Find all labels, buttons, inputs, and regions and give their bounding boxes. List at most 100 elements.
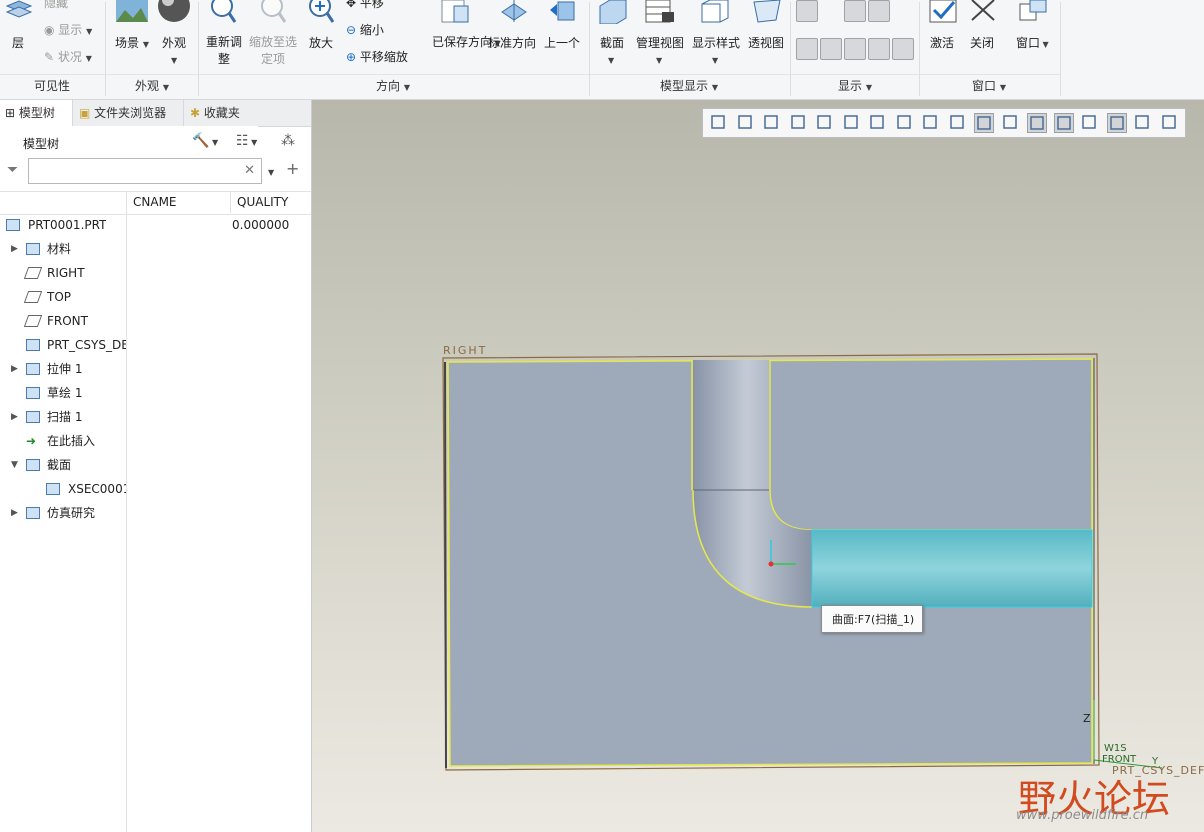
layers-icon[interactable] xyxy=(4,0,34,22)
tree-item[interactable]: ▶ 仿真研究 xyxy=(0,502,310,524)
tree-item[interactable]: ▶ 拉伸 1 xyxy=(0,358,310,380)
window-icon[interactable] xyxy=(1018,0,1048,24)
collapse-icon[interactable]: ▼ xyxy=(11,454,18,476)
expand-icon[interactable]: ▶ xyxy=(11,238,18,260)
tree-item[interactable]: ➜ 在此插入 xyxy=(0,430,310,452)
axis-view-icon[interactable] xyxy=(1001,113,1021,133)
clear-search-icon[interactable]: ✕ xyxy=(244,163,255,178)
tree-search-input[interactable]: ✕ xyxy=(28,158,262,184)
window-button[interactable]: 窗口 ▼ xyxy=(1016,34,1049,51)
model-view[interactable] xyxy=(312,100,1204,832)
perspective-icon[interactable] xyxy=(752,0,782,24)
axis-display-icon[interactable] xyxy=(820,0,842,22)
close-icon[interactable] xyxy=(968,0,998,24)
perspective-button[interactable]: 透视图 xyxy=(748,34,784,51)
csys-view-icon[interactable] xyxy=(1053,113,1074,133)
tree-item[interactable]: 草绘 1 xyxy=(0,382,310,404)
refit-icon[interactable] xyxy=(208,0,237,24)
point-tag-display-icon[interactable] xyxy=(844,38,866,60)
column-header-quality[interactable]: QUALITY xyxy=(237,195,288,209)
tree-item[interactable]: PRT0001.PRT 0.000000 xyxy=(0,214,310,236)
display-style-button[interactable]: 显示样式 xyxy=(692,34,740,51)
tab-favorites[interactable]: ✱ 收藏夹 xyxy=(184,100,259,126)
activate-icon[interactable] xyxy=(928,0,958,24)
tree-settings-icon[interactable]: 🔨 ▼ xyxy=(192,133,218,149)
named-views-icon[interactable] xyxy=(842,113,862,133)
zoom-in-button[interactable]: 放大 xyxy=(309,34,333,51)
csys-display-icon[interactable] xyxy=(868,0,890,22)
section-caret[interactable]: ▼ xyxy=(608,52,614,66)
scene-icon[interactable] xyxy=(115,0,149,24)
expand-icon[interactable]: ▶ xyxy=(11,502,18,524)
refit-view-icon[interactable] xyxy=(709,113,729,133)
manage-views-icon[interactable] xyxy=(644,0,676,24)
previous-orientation-icon[interactable] xyxy=(548,0,578,24)
appearance-button[interactable]: 外观 xyxy=(162,34,186,51)
activate-button[interactable]: 激活 xyxy=(930,34,954,51)
spin-center-display-icon[interactable] xyxy=(892,38,914,60)
zoom-out-view-icon[interactable] xyxy=(762,113,782,133)
previous-orientation-button[interactable]: 上一个 xyxy=(544,34,580,51)
display-style-view-icon[interactable] xyxy=(895,113,915,133)
plane-tag-display-icon[interactable] xyxy=(796,38,818,60)
standard-orientation-icon[interactable] xyxy=(498,0,530,24)
standard-orientation-button[interactable]: 标准方向 xyxy=(488,34,536,51)
close-button[interactable]: 关闭 xyxy=(970,34,994,51)
tree-show-icon[interactable]: ☷ ▼ xyxy=(236,133,257,149)
expand-icon[interactable]: ▶ xyxy=(11,358,18,380)
zoom-to-selected-button[interactable]: 缩放至选定项 xyxy=(248,34,298,68)
tag-view-icon[interactable] xyxy=(1080,113,1100,133)
tree-item[interactable]: ▼ 截面 xyxy=(0,454,310,476)
refit-button[interactable]: 重新调整 xyxy=(205,34,243,68)
manage-views-button[interactable]: 管理视图 xyxy=(636,34,684,51)
tree-item[interactable]: ▶ 材料 xyxy=(0,238,310,260)
graphics-viewport[interactable]: RIGHT Z W1S FRONT Y PRT_CSYS_DEF xyxy=(312,100,1204,832)
zoom-in-view-icon[interactable] xyxy=(736,113,756,133)
perspective-view-icon[interactable] xyxy=(921,113,941,133)
filter-icon[interactable]: ⏷ xyxy=(7,162,18,178)
tree-item[interactable]: ▶ 扫描 1 xyxy=(0,406,310,428)
point-display-icon[interactable] xyxy=(844,0,866,22)
tree-item[interactable]: RIGHT xyxy=(0,262,310,284)
add-column-icon[interactable]: + xyxy=(286,159,299,178)
pan-button[interactable]: ✥ 平移 xyxy=(346,0,384,11)
zoom-out-button[interactable]: ⊖ 缩小 xyxy=(346,21,384,38)
zoom-to-selected-icon[interactable] xyxy=(258,0,287,24)
saved-orientations-icon[interactable] xyxy=(440,0,472,24)
display-style-caret[interactable]: ▼ xyxy=(712,52,718,66)
tree-item[interactable]: PRT_CSYS_DEF xyxy=(0,334,310,356)
display-style-icon[interactable] xyxy=(700,0,730,24)
spin-view-icon[interactable] xyxy=(1106,113,1127,133)
hide-button[interactable]: 隐藏 xyxy=(44,0,68,11)
tab-model-tree[interactable]: ⊞ 模型树 xyxy=(0,100,73,126)
pan-zoom-button[interactable]: ⊕ 平移缩放 xyxy=(346,48,408,65)
tree-item[interactable]: XSEC0001 xyxy=(0,478,310,500)
plane-view-icon[interactable] xyxy=(974,113,994,133)
tree-item[interactable]: FRONT xyxy=(0,310,310,332)
tree-item[interactable]: TOP xyxy=(0,286,310,308)
annotation-view-icon[interactable] xyxy=(948,113,968,133)
appearance-sphere-icon[interactable] xyxy=(158,0,190,24)
annotation-display-icon[interactable] xyxy=(892,0,914,22)
plane-display-icon[interactable] xyxy=(796,0,818,22)
csys-tag-display-icon[interactable] xyxy=(868,38,890,60)
point-view-icon[interactable] xyxy=(1027,113,1047,133)
zoom-in-icon[interactable] xyxy=(306,0,335,24)
scene-button[interactable]: 场景 ▼ xyxy=(115,34,149,51)
appearance-view-icon[interactable] xyxy=(1133,113,1153,133)
repaint-icon[interactable] xyxy=(789,113,809,133)
layer-button[interactable]: 层 xyxy=(12,34,24,51)
axis-tag-display-icon[interactable] xyxy=(820,38,842,60)
tab-folder-browser[interactable]: ▣ 文件夹浏览器 xyxy=(73,100,184,126)
spin-center-icon[interactable] xyxy=(815,113,835,133)
section-button[interactable]: 截面 xyxy=(600,34,624,51)
hidden-view-icon[interactable] xyxy=(1160,113,1180,133)
section-icon[interactable] xyxy=(598,0,628,25)
saved-orientation-icon[interactable] xyxy=(868,113,888,133)
expand-icon[interactable]: ▶ xyxy=(11,406,18,428)
column-header-cname[interactable]: CNAME xyxy=(133,195,177,209)
manage-views-caret[interactable]: ▼ xyxy=(656,52,662,66)
tree-filter-icon[interactable]: ⁂ xyxy=(281,133,295,149)
show-button[interactable]: ◉ 显示 ▼ xyxy=(44,21,92,38)
search-options-caret[interactable]: ▼ xyxy=(268,164,274,178)
